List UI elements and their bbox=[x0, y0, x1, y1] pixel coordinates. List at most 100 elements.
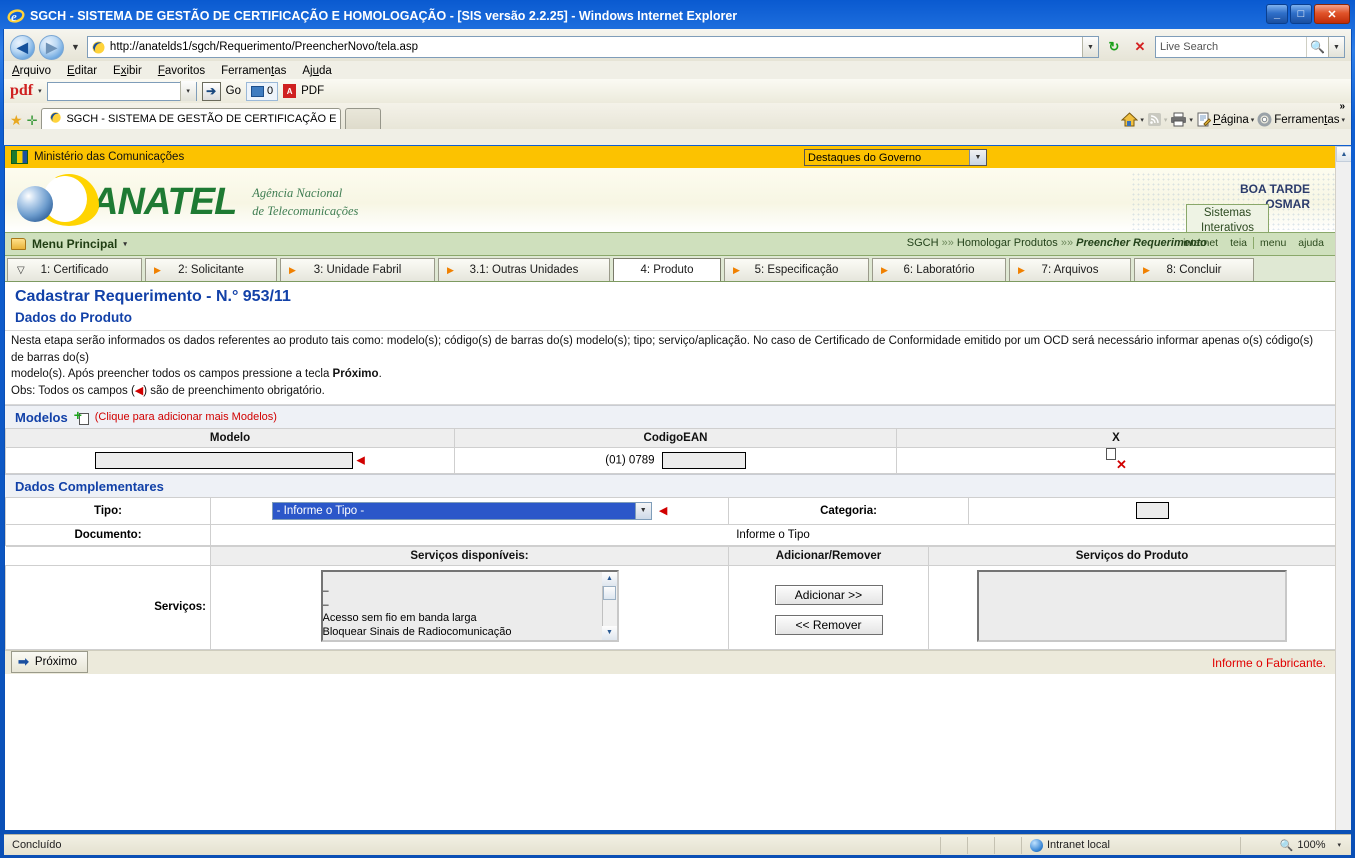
required-marker-icon: ◀ bbox=[658, 504, 668, 517]
breadcrumb-middle[interactable]: Homologar Produtos bbox=[957, 237, 1058, 249]
favorites-star-icon[interactable]: ★ bbox=[10, 112, 23, 129]
anatel-subtitle-line2: de Telecomunicações bbox=[252, 204, 359, 218]
statusbar-divider-1 bbox=[940, 836, 941, 854]
pdf-caret-icon[interactable]: ▾ bbox=[38, 87, 42, 95]
scroll-up-icon[interactable]: ▲ bbox=[1336, 146, 1351, 162]
close-button[interactable]: ✕ bbox=[1314, 4, 1350, 24]
tools-caret-icon[interactable]: ▾ bbox=[1341, 116, 1345, 124]
modelo-input[interactable] bbox=[95, 451, 354, 469]
step-7-arquivos[interactable]: ▶ 7: Arquivos bbox=[1009, 258, 1131, 281]
pdf-go-label[interactable]: Go bbox=[226, 85, 241, 97]
tipo-select[interactable]: - Informe o Tipo - ▼ bbox=[271, 501, 652, 520]
servicos-disponiveis-listbox[interactable]: – – Acesso sem fio em banda larga Bloque… bbox=[320, 569, 619, 642]
step-2-solicitante[interactable]: ▶ 2: Solicitante bbox=[145, 258, 277, 281]
list-item[interactable]: Brinquedo bbox=[323, 639, 617, 640]
menu-ajuda[interactable]: Ajuda bbox=[302, 65, 331, 77]
search-input[interactable]: Live Search 🔍 ▼ bbox=[1155, 36, 1345, 58]
chevron-down-icon[interactable]: ▾ bbox=[123, 240, 127, 248]
ean-input[interactable] bbox=[661, 451, 746, 469]
print-icon[interactable]: ▾ bbox=[1170, 112, 1193, 127]
page-caret-icon[interactable]: ▾ bbox=[1251, 116, 1255, 124]
stop-icon[interactable]: ✕ bbox=[1129, 36, 1151, 58]
modelos-add-hint: (Clique para adicionar mais Modelos) bbox=[94, 411, 277, 424]
menu-favoritos[interactable]: Favoritos bbox=[158, 65, 205, 77]
scrollbar-track[interactable] bbox=[603, 600, 617, 626]
list-item[interactable]: Bloquear Sinais de Radiocomunicação bbox=[323, 626, 617, 640]
scroll-down-icon[interactable]: ▼ bbox=[602, 625, 617, 640]
tools-menu-button[interactable]: Ferramentas ▾ bbox=[1257, 112, 1345, 127]
step-8-concluir[interactable]: ▶ 8: Concluir bbox=[1134, 258, 1254, 281]
step-6-laboratorio[interactable]: ▶ 6: Laboratório bbox=[872, 258, 1006, 281]
history-dropdown-icon[interactable]: ▼ bbox=[68, 42, 83, 52]
categoria-input[interactable] bbox=[1135, 502, 1169, 520]
zoom-caret-icon[interactable]: ▾ bbox=[1337, 841, 1341, 849]
add-favorite-icon[interactable]: ✛ bbox=[27, 113, 38, 129]
app-menubar: Menu Principal ▾ SGCH »» Homologar Produ… bbox=[5, 232, 1336, 256]
add-model-icon[interactable]: + bbox=[74, 408, 89, 425]
servicos-produto-listbox[interactable] bbox=[977, 569, 1287, 642]
sistemas-interativos-tab[interactable]: Sistemas Interativos bbox=[1186, 204, 1269, 232]
page-menu-button[interactable]: Página ▾ bbox=[1196, 112, 1254, 127]
maximize-button[interactable]: □ bbox=[1290, 4, 1312, 24]
minimize-button[interactable]: _ bbox=[1266, 4, 1288, 24]
menu-ferramentas[interactable]: Ferramentas bbox=[221, 65, 286, 77]
list-item[interactable]: – bbox=[323, 585, 617, 599]
pdf-combo-caret-icon[interactable]: ▾ bbox=[179, 81, 196, 101]
filter-icon: ▽ bbox=[17, 264, 25, 276]
main-menu-label: Menu Principal bbox=[32, 237, 118, 251]
browser-window: e SGCH - SISTEMA DE GESTÃO DE CERTIFICAÇ… bbox=[0, 0, 1355, 858]
government-highlights-select[interactable]: Destaques do Governo ▼ bbox=[804, 149, 987, 166]
home-caret-icon[interactable]: ▾ bbox=[1140, 116, 1144, 124]
toolbar-overflow-icon[interactable]: » bbox=[1339, 101, 1345, 112]
col-x: X bbox=[896, 427, 1336, 448]
ministry-label: Ministério das Comunicações bbox=[34, 151, 185, 163]
step-5-especificacao[interactable]: ▶ 5: Especificação bbox=[724, 258, 869, 281]
print-caret-icon[interactable]: ▾ bbox=[1189, 116, 1193, 124]
scrollbar-thumb[interactable] bbox=[603, 585, 616, 600]
pdf-button-label[interactable]: PDF bbox=[301, 85, 324, 97]
menu-editar[interactable]: Editar bbox=[67, 65, 97, 77]
security-zone[interactable]: Intranet local bbox=[1022, 838, 1240, 852]
browser-tab[interactable]: SGCH - SISTEMA DE GESTÃO DE CERTIFICAÇÃO… bbox=[41, 108, 342, 129]
main-menu-button[interactable]: Menu Principal ▾ bbox=[11, 237, 127, 251]
listbox-scrollbar[interactable]: ▲ ▼ bbox=[601, 571, 617, 640]
breadcrumb-root[interactable]: SGCH bbox=[907, 237, 939, 249]
home-icon[interactable]: ▾ bbox=[1121, 112, 1144, 127]
search-icon[interactable]: 🔍 bbox=[1306, 37, 1328, 57]
link-ajuda[interactable]: ajuda bbox=[1292, 237, 1330, 249]
new-tab-button[interactable] bbox=[345, 108, 382, 129]
step-label: 1: Certificado bbox=[40, 264, 109, 276]
menu-exibir[interactable]: Exibir bbox=[113, 65, 142, 77]
proximo-button[interactable]: ➡ Próximo bbox=[11, 651, 89, 674]
address-bar[interactable]: http://anatelds1/sgch/Requerimento/Preen… bbox=[86, 36, 1099, 58]
link-menu[interactable]: menu bbox=[1253, 237, 1292, 249]
forward-button[interactable]: ▶ bbox=[39, 34, 64, 60]
pdf-toolbar: pdf ▾ ▾ ➔ Go 0 A PDF bbox=[4, 79, 1351, 103]
step-4-produto[interactable]: 4: Produto bbox=[613, 258, 721, 281]
step-1-certificado[interactable]: ▽ 1: Certificado bbox=[7, 258, 142, 281]
link-teia[interactable]: teia bbox=[1224, 237, 1253, 249]
chevron-down-icon[interactable]: ▼ bbox=[634, 502, 651, 519]
list-item[interactable]: – bbox=[323, 599, 617, 613]
servicos-header-spacer bbox=[5, 545, 211, 566]
pdf-search-combo[interactable]: ▾ bbox=[46, 81, 197, 101]
pdf-count-button[interactable]: 0 bbox=[245, 81, 279, 101]
link-internet[interactable]: internet bbox=[1177, 237, 1224, 249]
col-servicos-disponiveis: Serviços disponíveis: bbox=[210, 545, 729, 566]
page-scrollbar[interactable]: ▲ bbox=[1335, 146, 1351, 830]
zoom-control[interactable]: 🔍 100% ▾ bbox=[1241, 839, 1349, 852]
remover-button[interactable]: << Remover bbox=[774, 615, 883, 636]
back-button[interactable]: ◀ bbox=[10, 34, 35, 60]
list-item[interactable]: Acesso sem fio em banda larga bbox=[323, 612, 617, 626]
scroll-up-icon[interactable]: ▲ bbox=[602, 571, 617, 586]
menu-arquivo[interactable]: AArquivorquivo bbox=[12, 65, 51, 77]
search-provider-caret[interactable]: ▼ bbox=[1328, 37, 1344, 57]
adicionar-button[interactable]: Adicionar >> bbox=[774, 585, 883, 606]
step-3-1-outras-unidades[interactable]: ▶ 3.1: Outras Unidades bbox=[438, 258, 610, 281]
address-dropdown-icon[interactable]: ▼ bbox=[1082, 37, 1098, 57]
step-3-unidade-fabril[interactable]: ▶ 3: Unidade Fabril bbox=[280, 258, 435, 281]
pdf-go-arrow-icon[interactable]: ➔ bbox=[201, 81, 221, 101]
chevron-down-icon[interactable]: ▼ bbox=[969, 150, 986, 165]
refresh-icon[interactable]: ↻ bbox=[1103, 36, 1125, 58]
intro-line-3-pre: Obs: Todos os campos ( bbox=[11, 385, 135, 398]
